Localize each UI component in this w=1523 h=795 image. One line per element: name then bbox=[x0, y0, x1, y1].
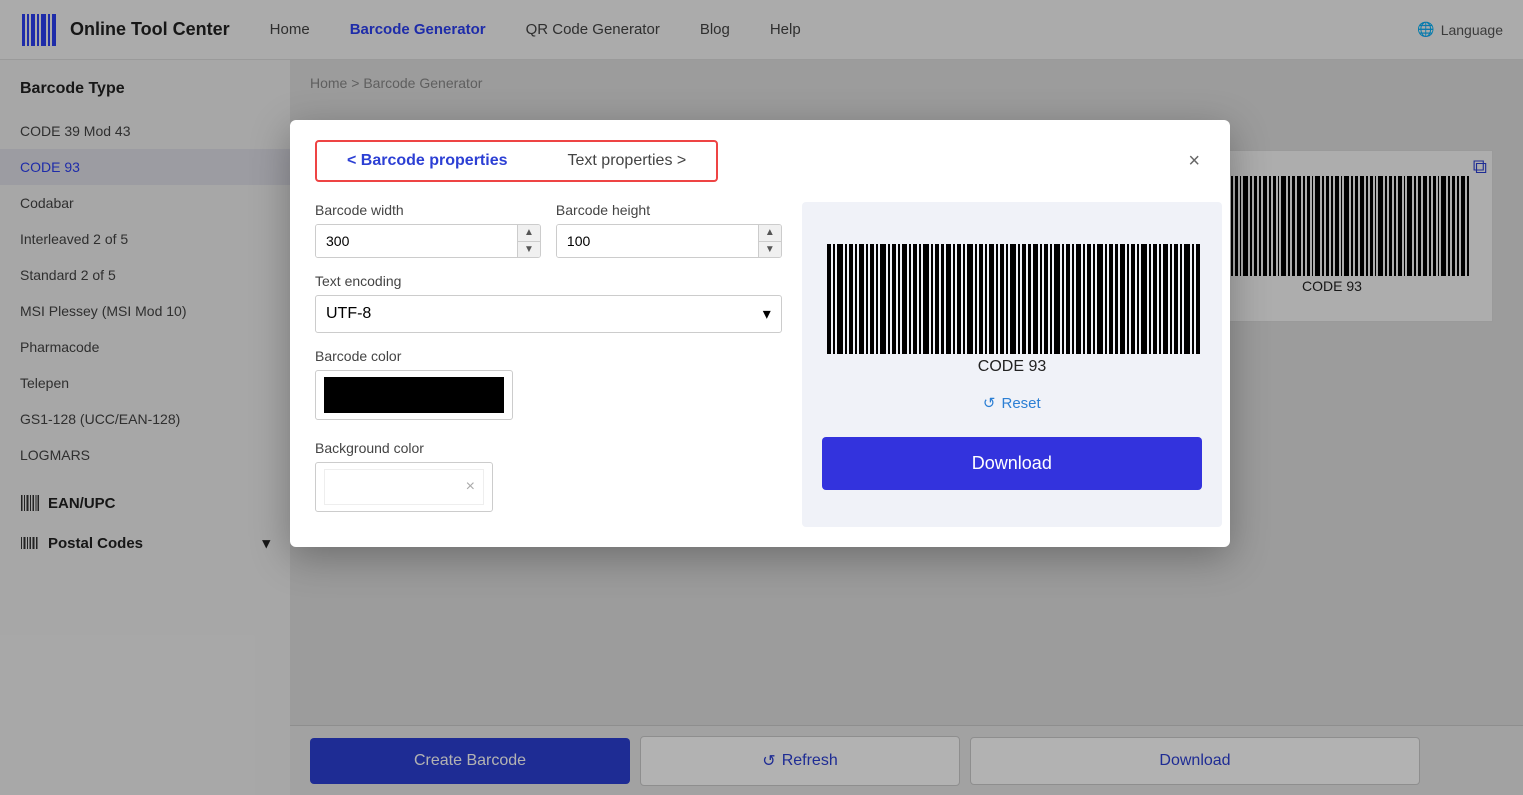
modal-barcode-preview: CODE 93 ↺ Reset Download bbox=[802, 202, 1222, 527]
barcode-width-input[interactable] bbox=[316, 225, 517, 257]
barcode-height-label: Barcode height bbox=[556, 202, 782, 218]
text-encoding-value: UTF-8 bbox=[326, 305, 371, 323]
modal-tabs: < Barcode properties Text properties > bbox=[315, 140, 718, 182]
barcode-height-input-wrap: ▲ ▼ bbox=[556, 224, 782, 258]
barcode-width-label: Barcode width bbox=[315, 202, 541, 218]
modal-form: Barcode width ▲ ▼ Barcode height bbox=[315, 202, 782, 527]
barcode-color-swatch-wrap[interactable] bbox=[315, 370, 513, 420]
text-encoding-arrow-icon: ▾ bbox=[763, 304, 771, 324]
modal-body: Barcode width ▲ ▼ Barcode height bbox=[290, 182, 1230, 547]
barcode-color-swatch bbox=[324, 377, 504, 413]
background-color-swatch-wrap[interactable]: × bbox=[315, 462, 493, 512]
tab-text-properties[interactable]: Text properties > bbox=[538, 142, 717, 180]
barcode-height-group: Barcode height ▲ ▼ bbox=[556, 202, 782, 258]
background-color-swatch: × bbox=[324, 469, 484, 505]
dimension-row: Barcode width ▲ ▼ Barcode height bbox=[315, 202, 782, 258]
barcode-height-down[interactable]: ▼ bbox=[759, 242, 781, 258]
barcode-width-down[interactable]: ▼ bbox=[518, 242, 540, 258]
svg-text:CODE 93: CODE 93 bbox=[978, 358, 1047, 375]
modal-header: < Barcode properties Text properties > × bbox=[290, 120, 1230, 182]
barcode-height-up[interactable]: ▲ bbox=[759, 225, 781, 242]
preview-barcode-svg: CODE 93 bbox=[822, 239, 1202, 379]
text-encoding-select-wrap[interactable]: UTF-8 ▾ bbox=[315, 295, 782, 333]
barcode-height-input[interactable] bbox=[557, 225, 758, 257]
background-color-group: Background color × bbox=[315, 440, 782, 512]
reset-icon: ↺ bbox=[983, 394, 996, 412]
barcode-width-group: Barcode width ▲ ▼ bbox=[315, 202, 541, 258]
tab-barcode-properties[interactable]: < Barcode properties bbox=[317, 142, 538, 180]
background-color-label: Background color bbox=[315, 440, 782, 456]
barcode-width-spinners: ▲ ▼ bbox=[517, 225, 540, 257]
reset-label: Reset bbox=[1002, 395, 1041, 412]
barcode-width-input-wrap: ▲ ▼ bbox=[315, 224, 541, 258]
barcode-width-up[interactable]: ▲ bbox=[518, 225, 540, 242]
reset-button[interactable]: ↺ Reset bbox=[983, 394, 1041, 412]
properties-modal: < Barcode properties Text properties > ×… bbox=[290, 120, 1230, 547]
text-encoding-label: Text encoding bbox=[315, 273, 782, 289]
text-encoding-group: Text encoding UTF-8 ▾ bbox=[315, 273, 782, 333]
modal-close-button[interactable]: × bbox=[1183, 145, 1205, 178]
barcode-color-group: Barcode color bbox=[315, 348, 782, 425]
barcode-height-spinners: ▲ ▼ bbox=[758, 225, 781, 257]
bg-clear-icon[interactable]: × bbox=[466, 478, 475, 496]
download-modal-button[interactable]: Download bbox=[822, 437, 1202, 490]
barcode-color-label: Barcode color bbox=[315, 348, 782, 364]
